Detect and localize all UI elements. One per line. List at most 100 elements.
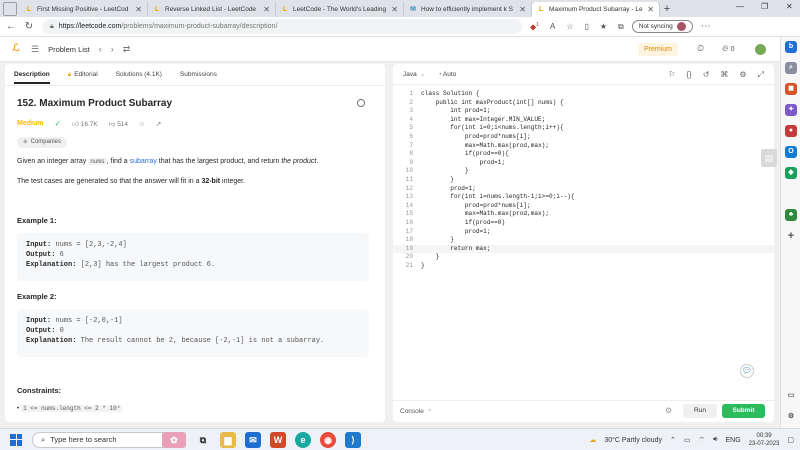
settings-icon[interactable]: ⚙ xyxy=(739,70,746,80)
close-tab-icon[interactable]: ✕ xyxy=(135,5,142,14)
prev-problem-icon[interactable]: ‹ xyxy=(99,44,102,54)
mail-icon[interactable]: ✉ xyxy=(245,431,261,448)
fullscreen-icon[interactable]: ⤢ xyxy=(758,70,764,80)
back-icon[interactable]: ← xyxy=(6,21,16,32)
split-screen-icon[interactable]: ▯ xyxy=(584,22,588,31)
task-view-icon[interactable]: ⧉ xyxy=(195,432,211,448)
close-tab-icon[interactable]: ✕ xyxy=(519,5,526,14)
list-icon[interactable]: ☰ xyxy=(31,44,39,55)
collections-icon[interactable]: ⧉ xyxy=(618,22,624,32)
browser-tab-4[interactable]: ✉ How to efficiently implement k S ✕ xyxy=(404,2,532,17)
braces-icon[interactable]: {} xyxy=(686,70,691,80)
browser-tab-5-active[interactable]: L Maximum Product Subarray - Le ✕ xyxy=(532,2,660,17)
bing-icon[interactable]: b xyxy=(785,41,797,53)
language-select[interactable]: Java ⌄ xyxy=(403,70,425,78)
minimize-icon[interactable]: — xyxy=(736,2,744,11)
companies-tag[interactable]: ◈ Companies xyxy=(17,137,67,148)
submit-button[interactable]: Submit xyxy=(722,404,765,418)
fire-icon[interactable]: 🔥︎ 0 xyxy=(722,43,735,54)
next-problem-icon[interactable]: › xyxy=(111,44,114,54)
avatar[interactable] xyxy=(755,44,766,55)
close-tab-icon[interactable]: ✕ xyxy=(391,5,398,14)
outlook-icon[interactable]: O xyxy=(785,146,797,158)
read-aloud-icon[interactable]: A xyxy=(550,22,555,31)
chat-bubble-icon[interactable]: 💬︎ xyxy=(740,364,754,378)
bookmark-icon[interactable]: ⚐ xyxy=(668,70,675,80)
search-icon[interactable]: ⌕ xyxy=(785,62,797,74)
subarray-link[interactable]: subarray xyxy=(130,158,157,165)
tab-description[interactable]: Description xyxy=(14,71,50,84)
notifications-icon[interactable]: ▢ xyxy=(787,436,794,444)
clock[interactable]: 00:39 23-07-2023 xyxy=(749,432,780,448)
add-icon[interactable]: + xyxy=(785,230,797,242)
split-icon[interactable]: ▭ xyxy=(785,390,797,402)
code-text: public int maxProduct(int[] nums) { xyxy=(421,98,564,106)
favorites-icon[interactable]: ★ xyxy=(600,22,607,31)
code-text: prod=prod*nums[i]; xyxy=(421,132,531,140)
shortcut-icon[interactable]: ⌘ xyxy=(720,70,728,80)
workspaces-icon[interactable] xyxy=(3,2,17,16)
tray-chevron-icon[interactable]: ⌃ xyxy=(670,436,676,444)
windows-start-icon[interactable] xyxy=(10,433,22,446)
close-tab-icon[interactable]: ✕ xyxy=(647,5,654,14)
browser-tab-2[interactable]: L Reverse Linked List - LeetCode ✕ xyxy=(148,2,276,17)
tab-submissions[interactable]: Submissions xyxy=(180,71,217,78)
shuffle-icon[interactable]: ⇄ xyxy=(123,44,131,55)
settings-icon[interactable]: ⚙ xyxy=(785,411,797,423)
edge-browser-icon[interactable]: e xyxy=(295,431,311,448)
browser-tab-1[interactable]: L First Missing Positive - LeetCod ✕ xyxy=(20,2,148,17)
star-icon[interactable]: ☆ xyxy=(139,120,145,128)
document-icon[interactable]: ▤ xyxy=(761,149,777,167)
maximize-icon[interactable]: ❐ xyxy=(761,2,768,11)
likes-count: 16.7K xyxy=(80,120,98,128)
leetcode-favicon-icon: L xyxy=(154,5,160,13)
volume-icon[interactable]: 🔊︎ xyxy=(713,436,717,444)
run-button[interactable]: Run xyxy=(683,404,717,418)
code-text: prod=1; xyxy=(421,227,491,235)
tab-solutions[interactable]: Solutions (4.1K) xyxy=(116,71,162,78)
code-line: 1 class Solution { xyxy=(393,90,774,99)
timer-icon[interactable]: ⏲ xyxy=(697,43,704,54)
dislikes-count: 514 xyxy=(117,120,129,128)
chrome-icon[interactable]: ◉ xyxy=(320,431,336,448)
like-button[interactable]: 👍︎ 16.7K xyxy=(72,120,98,128)
more-menu-icon[interactable]: ⋯ xyxy=(701,21,711,32)
problem-list-link[interactable]: Problem List xyxy=(48,45,90,54)
tools-icon[interactable]: ✦ xyxy=(785,104,797,116)
code-editor[interactable]: 1 class Solution { 2 public int maxProduc… xyxy=(393,90,774,270)
inline-code: nums xyxy=(88,158,107,165)
new-tab-button[interactable]: + xyxy=(660,2,674,17)
close-window-icon[interactable]: ✕ xyxy=(786,2,793,11)
taskbar-search-input[interactable]: ⌕ Type here to search xyxy=(32,431,182,448)
file-explorer-icon[interactable]: ▆ xyxy=(220,431,236,448)
profile-sync-button[interactable]: Not syncing xyxy=(631,20,693,33)
office-icon[interactable]: W xyxy=(270,431,286,448)
url-input[interactable]: 🔒︎ https://leetcode.com/problems/maximum… xyxy=(42,19,522,34)
close-tab-icon[interactable]: ✕ xyxy=(263,5,270,14)
premium-button[interactable]: Premium xyxy=(638,43,679,56)
reset-icon[interactable]: ↺ xyxy=(703,70,710,80)
auto-complete-toggle[interactable]: • Auto xyxy=(439,71,456,78)
language-label[interactable]: ENG xyxy=(726,437,741,444)
shopping-icon[interactable]: ◼ xyxy=(785,83,797,95)
vscode-icon[interactable]: ⟩ xyxy=(345,431,361,448)
tree-icon[interactable]: ♣ xyxy=(785,209,797,221)
refresh-icon[interactable]: ↻ xyxy=(24,21,34,32)
wifi-icon[interactable]: ⌔ xyxy=(698,436,705,445)
code-line: 16 if(prod==0) xyxy=(393,219,774,228)
battery-icon[interactable]: ▭ xyxy=(684,436,691,444)
leetcode-logo-icon[interactable]: ℒ xyxy=(10,43,22,55)
weather-icon[interactable]: ☁ xyxy=(589,436,596,444)
dislike-button[interactable]: 👎︎ 514 xyxy=(109,120,128,128)
browser-tab-3[interactable]: L LeetCode - The World's Leading ✕ xyxy=(276,2,404,17)
drop-icon[interactable]: ◆ xyxy=(785,167,797,179)
weather-label[interactable]: 30°C Partly cloudy xyxy=(604,437,662,444)
favorite-star-icon[interactable]: ☆ xyxy=(566,22,573,31)
share-icon[interactable]: ↗ xyxy=(156,120,161,128)
tab-editorial[interactable]: 🔒︎ Editorial xyxy=(68,71,98,79)
widget-flower-icon[interactable]: ✿ xyxy=(162,431,186,448)
games-icon[interactable]: ● xyxy=(785,125,797,137)
code-line: 14 prod=prod*nums[i]; xyxy=(393,202,774,211)
extension-icon[interactable]: ◆1 xyxy=(530,22,539,32)
debug-icon[interactable]: ⚙ xyxy=(665,406,672,415)
